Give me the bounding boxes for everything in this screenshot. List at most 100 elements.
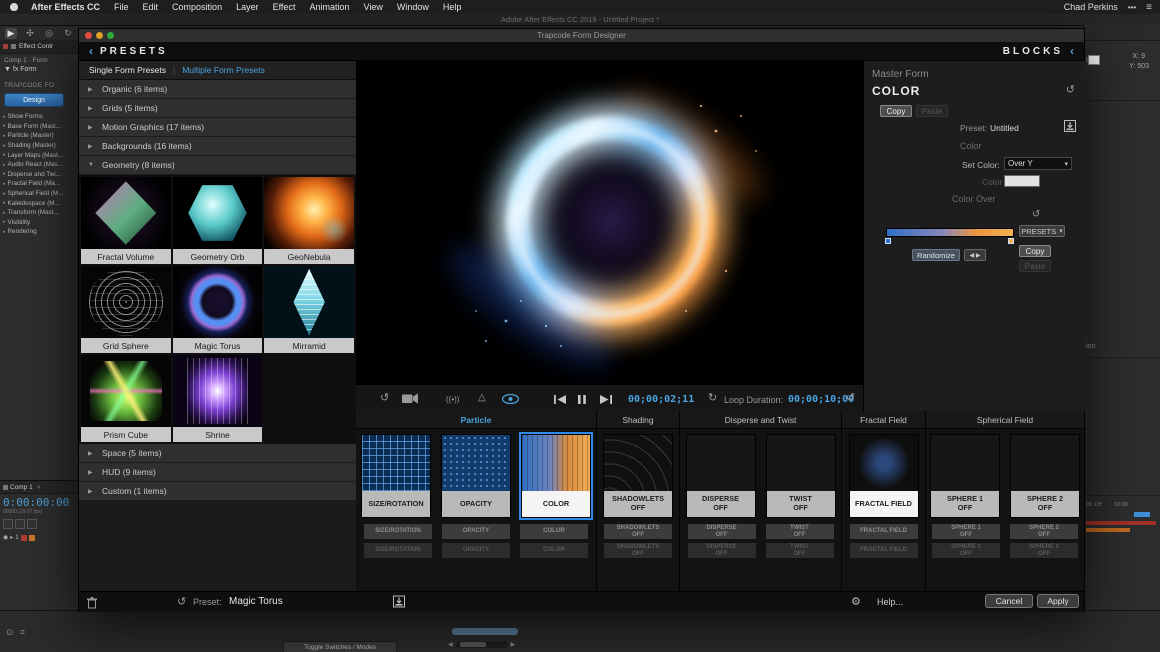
- menu-view[interactable]: View: [356, 0, 389, 14]
- effect-row[interactable]: ▼ fx Form: [0, 65, 78, 74]
- layer-color-chip-red[interactable]: [21, 535, 27, 541]
- menu-help[interactable]: Help: [436, 0, 469, 14]
- preset-thumb-mirramid[interactable]: Mirramid: [264, 266, 354, 353]
- preset-thumb-magic-torus[interactable]: Magic Torus: [173, 266, 263, 353]
- loop-icon[interactable]: ↻: [708, 391, 717, 405]
- grid-icon[interactable]: [15, 519, 25, 529]
- block-tile-fractal-field[interactable]: FRACTAL FIELD: [849, 434, 919, 518]
- mask-icon[interactable]: [27, 519, 37, 529]
- preview-viewport[interactable]: [356, 61, 863, 384]
- gradient-bar[interactable]: [886, 228, 1014, 237]
- next-frame-icon[interactable]: [600, 394, 612, 408]
- reset-icon[interactable]: ↺: [1066, 83, 1075, 96]
- preset-thumb-fractal-volume[interactable]: Fractal Volume: [81, 177, 171, 264]
- layer-bar-red[interactable]: [1086, 521, 1156, 525]
- menu-animation[interactable]: Animation: [302, 0, 356, 14]
- block-tile-opacity[interactable]: OPACITY: [441, 434, 511, 518]
- blocks-column-header[interactable]: Spherical Field: [926, 411, 1084, 429]
- set-color-dropdown[interactable]: Over Y ▾: [1004, 157, 1072, 170]
- effect-group-particle-master[interactable]: ▸Particle (Master): [0, 131, 78, 141]
- scroll-right-icon[interactable]: ▶: [511, 641, 516, 648]
- effect-group-visibility[interactable]: ▸Visibility: [0, 218, 78, 228]
- reset-preset-icon[interactable]: ↺: [177, 595, 186, 608]
- more-icon[interactable]: •••: [1128, 3, 1136, 12]
- dialog-titlebar[interactable]: Trapcode Form Designer: [79, 29, 1084, 43]
- preset-thumb-shrine[interactable]: Shrine: [173, 355, 263, 442]
- effect-group-spherical-field-m[interactable]: ▸Spherical Field (M...: [0, 189, 78, 199]
- eye-icon[interactable]: ◉: [3, 534, 8, 541]
- pause-icon[interactable]: [578, 394, 586, 408]
- timeline-timecode[interactable]: 0:00:00:00: [0, 494, 78, 509]
- block-tile-sphere-1[interactable]: SPHERE 1OFF: [930, 434, 1000, 518]
- randomize-button[interactable]: Randomize: [912, 249, 960, 261]
- gradient-presets-button[interactable]: PRESETS ▾: [1019, 225, 1065, 237]
- current-timecode[interactable]: 00;00;02;11: [628, 393, 694, 407]
- expand-arrow-icon[interactable]: ▸: [10, 534, 13, 541]
- eye-icon[interactable]: [502, 394, 519, 408]
- block-tile-disperse[interactable]: DISPERSEOFF: [686, 434, 756, 518]
- menu-layer[interactable]: Layer: [229, 0, 266, 14]
- reset-loop-icon[interactable]: ↺: [846, 391, 855, 405]
- menu-effect[interactable]: Effect: [266, 0, 303, 14]
- menu-window[interactable]: Window: [390, 0, 436, 14]
- grid-toggle-icon[interactable]: ⌗: [20, 627, 25, 638]
- designer-button[interactable]: Design: [4, 93, 64, 107]
- minimize-window-icon[interactable]: [96, 32, 103, 39]
- loop-duration-value[interactable]: 00;00;10;00: [788, 393, 854, 407]
- preset-section-space-5-items[interactable]: ▶Space (5 items): [79, 444, 356, 462]
- zoom-window-icon[interactable]: [107, 32, 114, 39]
- preset-thumb-geometry-orb[interactable]: Geometry Orb: [173, 177, 263, 264]
- effect-group-transform-mast[interactable]: ▸Transform (Mast...: [0, 208, 78, 218]
- effect-group-base-form-mast[interactable]: ▸Base Form (Mast...: [0, 122, 78, 132]
- hand-tool-icon[interactable]: ✣: [24, 28, 36, 39]
- menubar-user[interactable]: Chad Perkins: [1064, 2, 1118, 12]
- save-icon[interactable]: [393, 595, 405, 613]
- effect-group-audio-react-mas[interactable]: ▸Audio React (Mas...: [0, 160, 78, 170]
- preset-thumb-grid-sphere[interactable]: Grid Sphere: [81, 266, 171, 353]
- effect-controls-tab[interactable]: Effect Contr: [0, 40, 78, 54]
- preset-section-geometry-8-items[interactable]: ▼Geometry (8 items): [79, 156, 356, 174]
- effect-group-layer-maps-mast[interactable]: ▸Layer Maps (Mast...: [0, 150, 78, 160]
- close-icon[interactable]: ×: [37, 484, 41, 491]
- zoom-tool-icon[interactable]: ◎: [43, 28, 55, 39]
- copy-button[interactable]: Copy: [880, 105, 912, 117]
- close-window-icon[interactable]: [85, 32, 92, 39]
- gradient-stepper[interactable]: ◀ ▶: [964, 249, 986, 261]
- tab-multiple-form-presets[interactable]: Multiple Form Presets: [182, 65, 265, 75]
- blocks-column-header[interactable]: Shading: [597, 411, 679, 429]
- scroll-thumb[interactable]: [460, 642, 486, 647]
- blocks-column-header[interactable]: Particle: [356, 411, 596, 429]
- copy-gradient-button[interactable]: Copy: [1019, 245, 1051, 257]
- gear-icon[interactable]: ⚙: [851, 595, 861, 608]
- blocks-column-header[interactable]: Fractal Field: [842, 411, 925, 429]
- tab-single-form-presets[interactable]: Single Form Presets: [89, 65, 166, 75]
- preset-section-motion-graphics-17-items[interactable]: ▶Motion Graphics (17 items): [79, 118, 356, 136]
- presets-header[interactable]: ‹ PRESETS: [89, 44, 168, 58]
- camera-icon[interactable]: [402, 393, 418, 408]
- menu-edit[interactable]: Edit: [136, 0, 166, 14]
- block-tile-twist[interactable]: TWISTOFF: [766, 434, 836, 518]
- layer-row[interactable]: ◉ ▸ 1: [0, 531, 78, 544]
- save-preset-icon[interactable]: [1064, 119, 1076, 137]
- paste-button[interactable]: Paste: [916, 105, 948, 117]
- help-button[interactable]: Help...: [877, 597, 903, 607]
- pin-icon[interactable]: ⊙: [6, 627, 14, 638]
- block-tile-sphere-2[interactable]: SPHERE 2OFF: [1010, 434, 1080, 518]
- scroll-track[interactable]: [456, 641, 508, 648]
- preset-section-grids-5-items[interactable]: ▶Grids (5 items): [79, 99, 356, 117]
- preset-section-custom-1-items[interactable]: ▶Custom (1 items): [79, 482, 356, 500]
- h-scrollbar[interactable]: ◀ ▶: [448, 641, 515, 648]
- block-tile-color[interactable]: COLOR: [521, 434, 591, 518]
- paste-gradient-button[interactable]: Paste: [1019, 260, 1051, 272]
- previous-frame-icon[interactable]: [554, 394, 566, 408]
- block-tile-shadowlets[interactable]: SHADOWLETSOFF: [603, 434, 673, 518]
- motion-blur-icon[interactable]: ((•)): [446, 393, 459, 407]
- effect-group-disperse-and-twi[interactable]: ▸Disperse and Twi...: [0, 170, 78, 180]
- blocks-header[interactable]: BLOCKS ‹: [1003, 44, 1074, 58]
- effect-group-fractal-field-ma[interactable]: ▸Fractal Field (Ma...: [0, 179, 78, 189]
- gamma-warning-icon[interactable]: △: [478, 391, 486, 405]
- preset-thumb-geonebula[interactable]: GeoNebula: [264, 177, 354, 264]
- apple-icon[interactable]: [10, 3, 18, 11]
- preset-thumb-prism-cube[interactable]: Prism Cube: [81, 355, 171, 442]
- reset-gradient-icon[interactable]: ↺: [1032, 209, 1040, 220]
